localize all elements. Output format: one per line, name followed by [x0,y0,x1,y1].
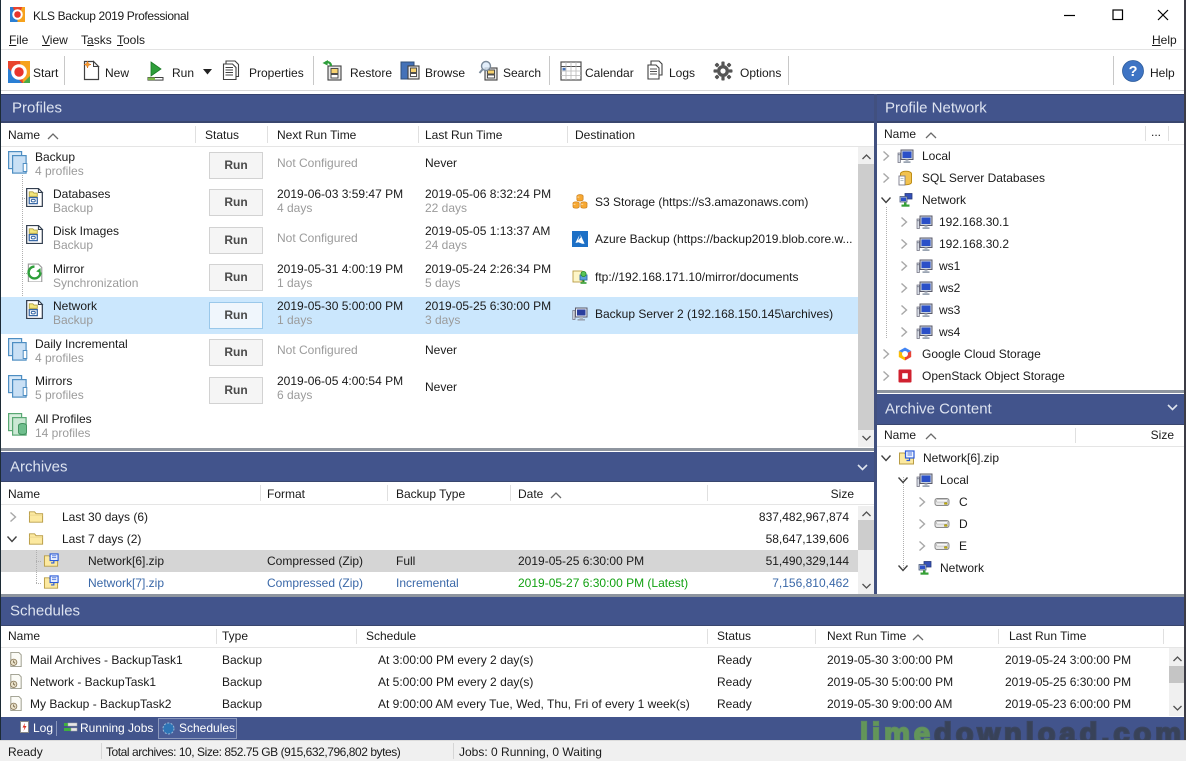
svg-text:?: ? [1129,64,1138,80]
